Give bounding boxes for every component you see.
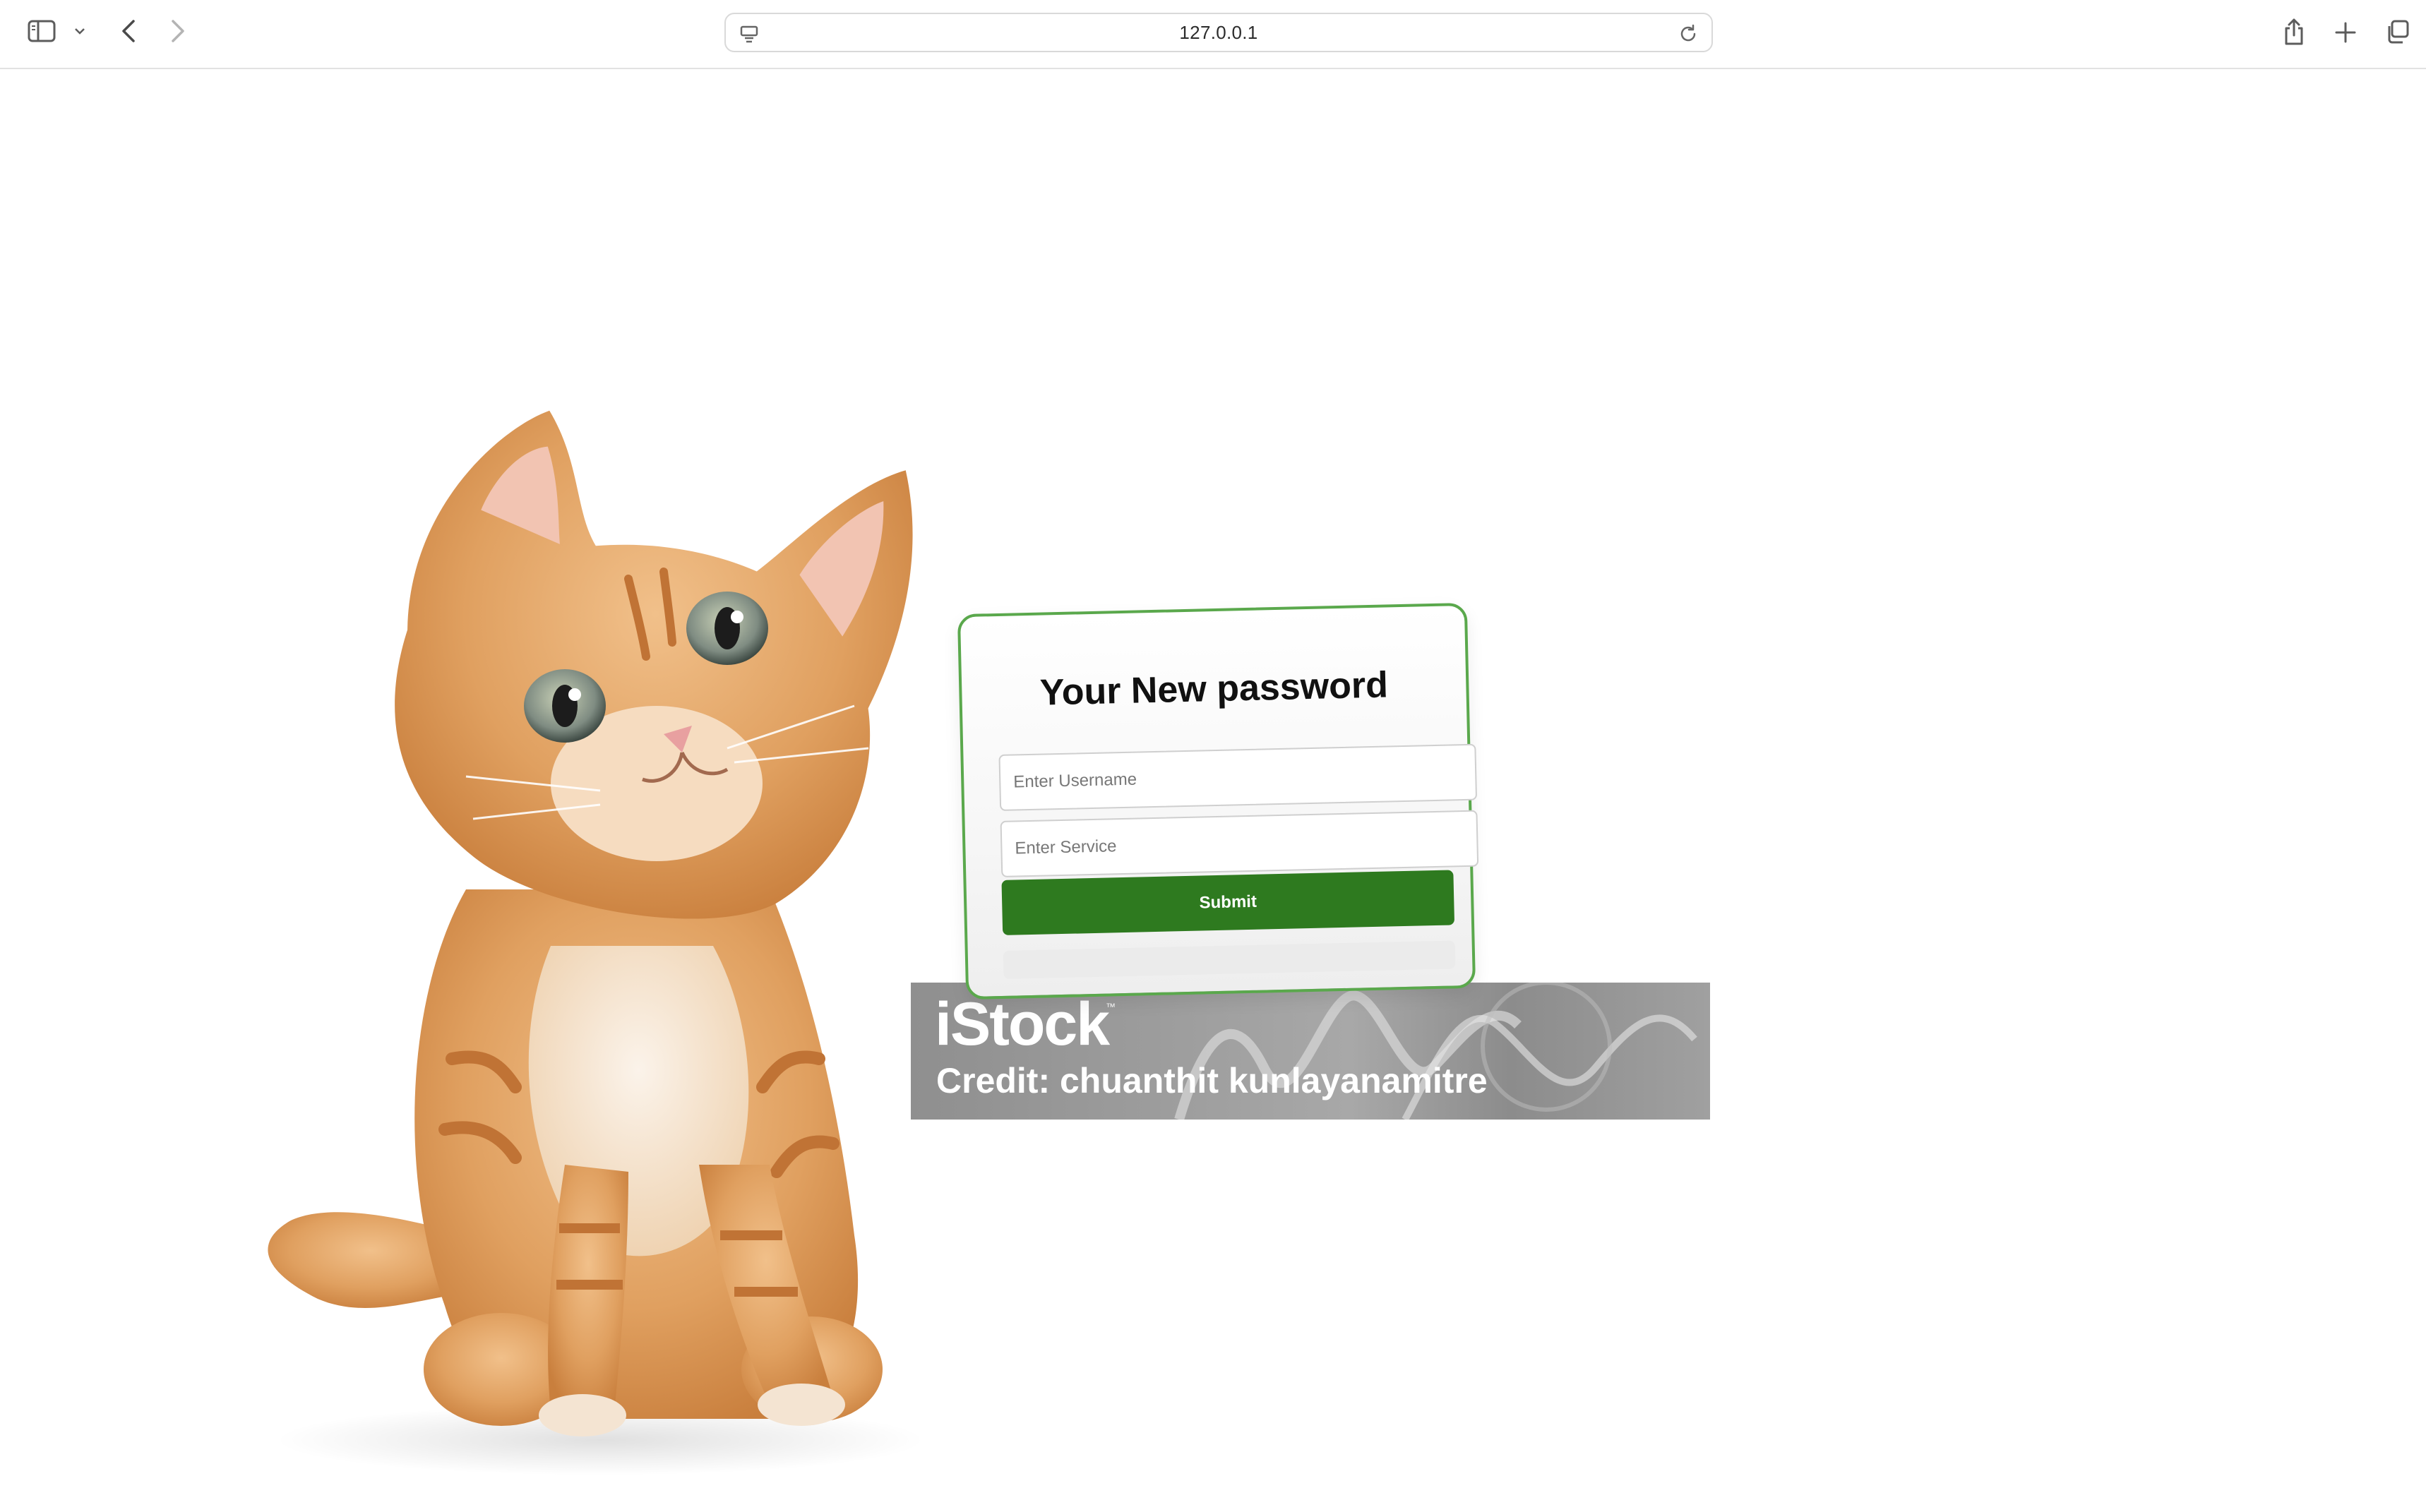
share-icon[interactable] [2278, 14, 2310, 49]
address-text[interactable]: 127.0.0.1 [726, 14, 1711, 51]
service-input[interactable] [1000, 810, 1479, 877]
page-content: iStock ™ Credit: chuanthit kunlayanamitr… [0, 71, 2426, 1512]
back-arrow-icon[interactable] [114, 16, 143, 47]
form-title: Your New password [1039, 664, 1389, 714]
address-bar[interactable]: 127.0.0.1 [724, 13, 1713, 52]
plus-icon[interactable] [2330, 17, 2361, 48]
tabs-icon[interactable] [2381, 16, 2413, 48]
result-area [1003, 940, 1456, 979]
photo-credit: Credit: chuanthit kunlayanamitre [936, 1061, 1488, 1100]
chevron-down-icon[interactable] [71, 23, 89, 40]
reload-icon[interactable] [1678, 23, 1699, 48]
browser-toolbar: 127.0.0.1 [0, 0, 2426, 69]
trademark-symbol: ™ [1106, 1001, 1116, 1012]
password-form-card: Your New password Submit [957, 602, 1479, 1000]
kitten-photo [233, 353, 996, 1482]
istock-logo: iStock [935, 990, 1110, 1058]
sidebar-icon[interactable] [25, 17, 58, 45]
username-input[interactable] [998, 743, 1478, 811]
submit-button[interactable]: Submit [1001, 870, 1455, 935]
forward-arrow-icon[interactable] [164, 16, 192, 47]
watermark-banner: iStock ™ Credit: chuanthit kunlayanamitr… [911, 983, 1710, 1120]
